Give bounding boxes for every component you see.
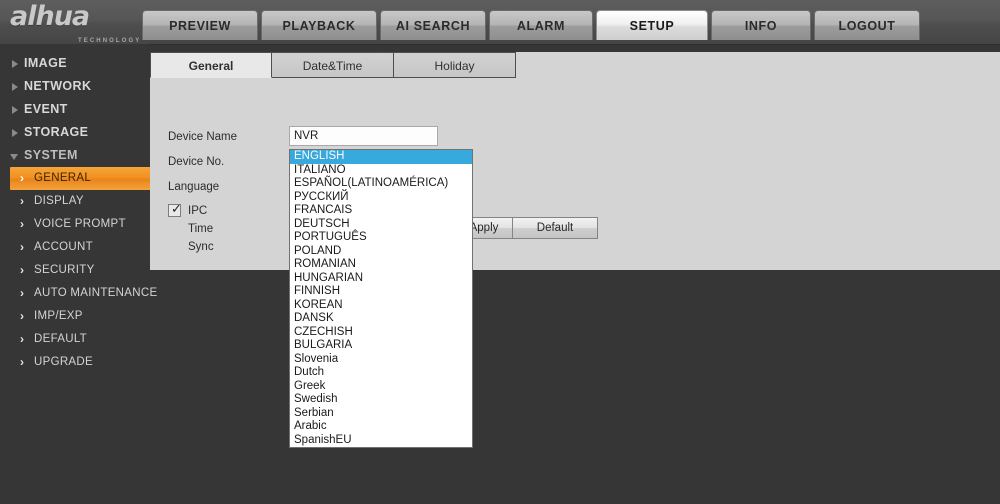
language-option[interactable]: CZECHISH [290, 326, 472, 340]
main-nav-tabs: PREVIEW PLAYBACK AI SEARCH ALARM SETUP INFO LO… [142, 10, 923, 42]
chevron-right-icon: › [20, 217, 25, 231]
ipc-time-sync-label: IPC Time Sync [188, 205, 214, 253]
language-dropdown-list[interactable]: ENGLISH ITALIANO ESPAÑOL(LATINOAMÉRICA) РУС… [289, 149, 473, 448]
language-option[interactable]: FINNISH [290, 285, 472, 299]
language-option[interactable]: Serbian [290, 407, 472, 421]
chevron-right-icon: › [20, 240, 25, 254]
language-option[interactable]: DEUTSCH [290, 218, 472, 232]
sidebar-item-auto-maintenance[interactable]: › AUTO MAINTENANCE [0, 282, 184, 305]
sidebar-item-label: UPGRADE [34, 356, 93, 368]
sidebar-group-label: NETWORK [24, 79, 92, 93]
language-option[interactable]: ROMANIAN [290, 258, 472, 272]
language-option[interactable]: ESPAÑOL(LATINOAMÉRICA) [290, 177, 472, 191]
content-tabs: General Date&Time Holiday [150, 52, 1000, 78]
chevron-right-icon: › [20, 332, 25, 346]
nav-tab-alarm[interactable]: ALARM [489, 10, 593, 40]
nav-tab-logout[interactable]: LOGOUT [814, 10, 920, 40]
checkmark-icon: ✓ [171, 202, 182, 217]
sidebar-group-label: IMAGE [24, 56, 67, 70]
nav-tab-setup[interactable]: SETUP [596, 10, 708, 40]
sidebar-group-storage[interactable]: STORAGE [0, 121, 174, 144]
chevron-right-icon [12, 83, 18, 91]
language-option[interactable]: DANSK [290, 312, 472, 326]
sidebar-item-general[interactable]: › GENERAL [10, 167, 172, 190]
default-button[interactable]: Default [512, 217, 598, 239]
language-option[interactable]: HUNGARIAN [290, 272, 472, 286]
tab-holiday[interactable]: Holiday [394, 52, 516, 78]
sidebar-group-label: STORAGE [24, 125, 89, 139]
sidebar-group-label: SYSTEM [24, 148, 78, 162]
tab-date-time[interactable]: Date&Time [272, 52, 394, 78]
field-device-name: Device Name [168, 126, 598, 148]
sidebar-item-label: ACCOUNT [34, 241, 93, 253]
sidebar-group-image[interactable]: IMAGE [0, 52, 174, 75]
language-option[interactable]: ENGLISH [290, 150, 472, 164]
language-option[interactable]: SpanishEU [290, 434, 472, 448]
language-option[interactable]: РУССКИЙ [290, 191, 472, 205]
nav-tab-preview[interactable]: PREVIEW [142, 10, 258, 40]
sidebar-group-system[interactable]: SYSTEM [0, 144, 174, 167]
language-option[interactable]: POLAND [290, 245, 472, 259]
device-no-label: Device No. [168, 156, 225, 168]
language-label: Language [168, 181, 220, 193]
device-name-label: Device Name [168, 131, 238, 143]
language-option[interactable]: Slovenia [290, 353, 472, 367]
language-option[interactable]: ITALIANO [290, 164, 472, 178]
chevron-right-icon [12, 129, 18, 137]
language-option[interactable]: FRANCAIS [290, 204, 472, 218]
dahua-logo: alhua TECHNOLOGY [8, 1, 140, 44]
chevron-down-icon [10, 154, 18, 160]
chevron-right-icon [12, 106, 18, 114]
nav-tab-info[interactable]: INFO [711, 10, 811, 40]
chevron-right-icon: › [20, 309, 25, 323]
chevron-right-icon: › [20, 171, 25, 185]
logo-wordmark: alhua [10, 1, 90, 32]
language-option[interactable]: PORTUGUÊS [290, 231, 472, 245]
language-option[interactable]: Arabic [290, 420, 472, 434]
sidebar: IMAGE NETWORK EVENT STORAGE SYSTEM › GENERAL › D… [0, 44, 172, 504]
sidebar-item-label: DISPLAY [34, 195, 84, 207]
general-settings-form: Device Name Device No. Language ✓ IPC Ti… [150, 78, 1000, 270]
chevron-right-icon: › [20, 355, 25, 369]
sidebar-group-network[interactable]: NETWORK [0, 75, 174, 98]
language-option[interactable]: Greek [290, 380, 472, 394]
nav-tab-playback[interactable]: PLAYBACK [261, 10, 377, 40]
chevron-right-icon: › [20, 194, 25, 208]
sidebar-item-imp-exp[interactable]: › IMP/EXP [0, 305, 184, 328]
sidebar-item-upgrade[interactable]: › UPGRADE [0, 351, 184, 374]
sidebar-item-label: GENERAL [34, 172, 92, 184]
language-option[interactable]: Swedish [290, 393, 472, 407]
content-panel: GeneralDate&TimeHoliday Device Name Devi… [150, 52, 1000, 270]
sidebar-item-label: SECURITY [34, 264, 95, 276]
sidebar-group-event[interactable]: EVENT [0, 98, 174, 121]
device-name-input[interactable] [289, 126, 438, 146]
app-header: alhua TECHNOLOGY PREVIEW PLAYBACK AI SEARC… [0, 0, 1000, 45]
tab-general[interactable]: General [150, 52, 272, 78]
sidebar-item-label: AUTO MAINTENANCE [34, 287, 158, 299]
sidebar-item-label: VOICE PROMPT [34, 218, 126, 230]
ipc-time-sync-checkbox[interactable]: ✓ [168, 202, 182, 217]
sidebar-item-label: DEFAULT [34, 333, 88, 345]
chevron-right-icon: › [20, 286, 25, 300]
chevron-right-icon [12, 60, 18, 68]
nav-tab-ai-search[interactable]: AI SEARCH [380, 10, 486, 40]
sidebar-item-label: IMP/EXP [34, 310, 83, 322]
language-option[interactable]: KOREAN [290, 299, 472, 313]
language-option[interactable]: Dutch [290, 366, 472, 380]
sidebar-item-default[interactable]: › DEFAULT [0, 328, 184, 351]
language-option[interactable]: BULGARIA [290, 339, 472, 353]
sidebar-group-label: EVENT [24, 102, 68, 116]
chevron-right-icon: › [20, 263, 25, 277]
